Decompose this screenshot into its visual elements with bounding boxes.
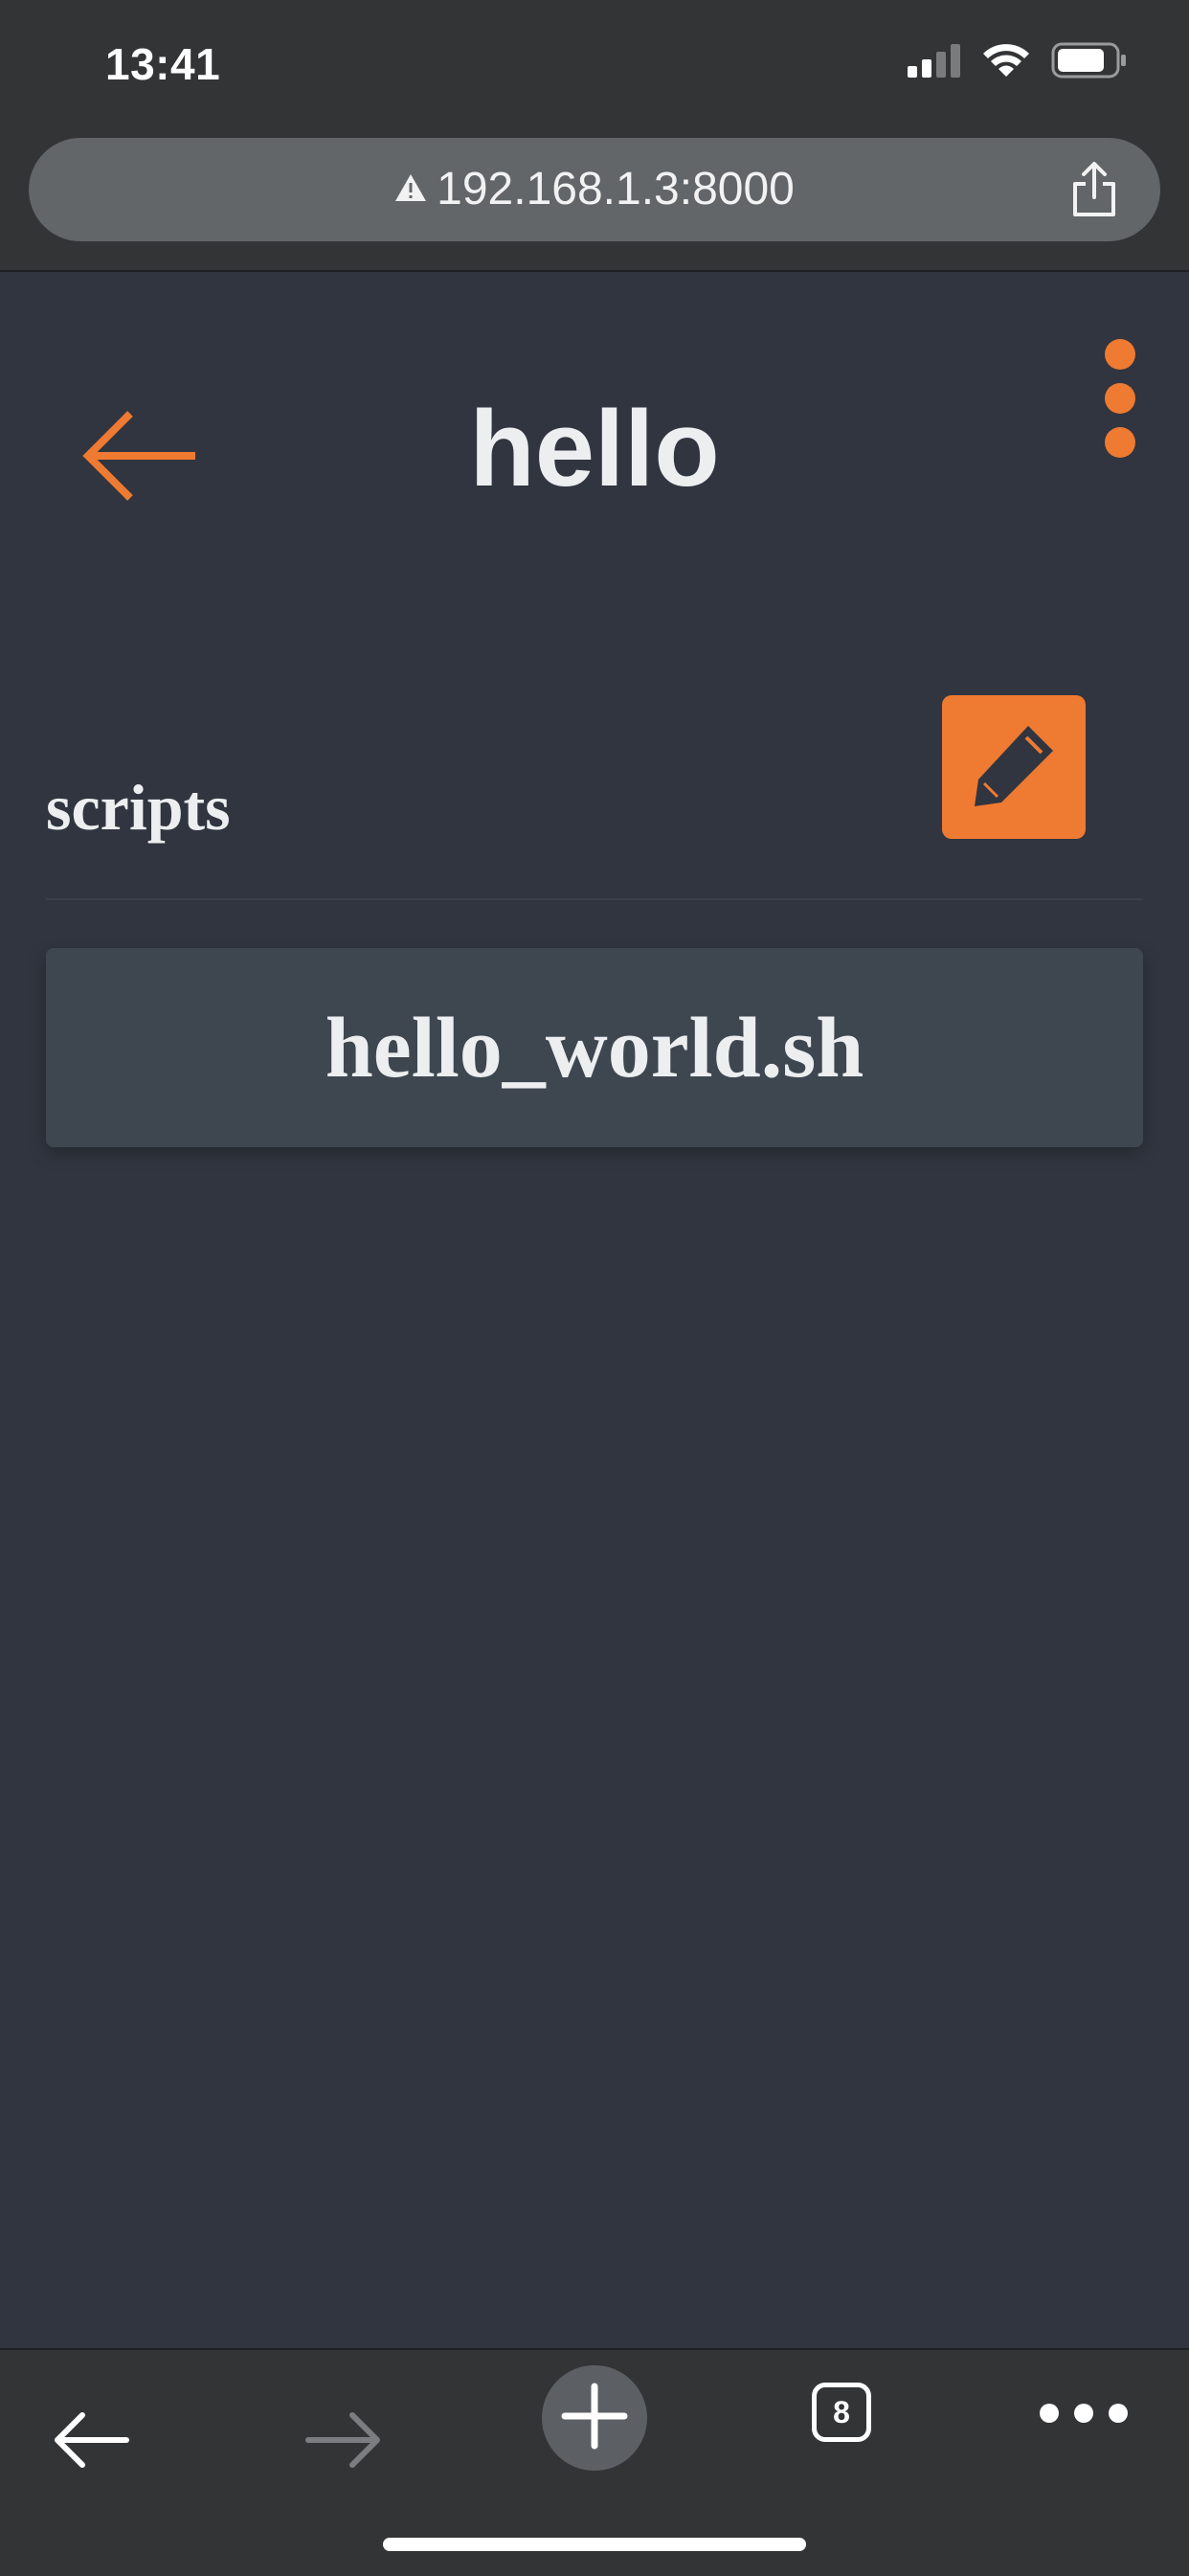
home-indicator[interactable] [383, 2538, 806, 2551]
wifi-icon [982, 42, 1030, 83]
pencil-icon [969, 720, 1059, 815]
back-icon[interactable] [54, 2409, 130, 2475]
tab-count: 8 [833, 2394, 850, 2429]
kebab-menu-icon[interactable] [1101, 339, 1139, 462]
url-text: 192.168.1.3:8000 [437, 164, 795, 215]
plus-icon [561, 2383, 628, 2454]
browser-toolbar: 8 [0, 2348, 1189, 2576]
page-title: hello [469, 389, 720, 508]
warning-icon [394, 136, 427, 239]
forward-icon[interactable] [304, 2409, 381, 2475]
address-bar[interactable]: 192.168.1.3:8000 [29, 138, 1160, 241]
browser-top-bar: 13:41 192.168.1.3:8000 [0, 0, 1189, 272]
tabs-button[interactable]: 8 [812, 2383, 871, 2442]
section-label: scripts [46, 771, 231, 844]
more-icon[interactable] [1040, 2404, 1128, 2423]
battery-icon [1051, 42, 1128, 83]
script-name: hello_world.sh [325, 1000, 864, 1096]
page-header: hello [0, 272, 1189, 636]
share-icon[interactable] [1070, 161, 1118, 223]
section-divider [46, 898, 1143, 900]
list-item[interactable]: hello_world.sh [46, 948, 1143, 1147]
new-tab-button[interactable] [542, 2365, 647, 2471]
cellular-signal-icon [908, 43, 961, 82]
status-icons [908, 42, 1128, 83]
url-display[interactable]: 192.168.1.3:8000 [29, 138, 1160, 241]
status-time: 13:41 [105, 39, 221, 89]
edit-button[interactable] [942, 695, 1086, 839]
